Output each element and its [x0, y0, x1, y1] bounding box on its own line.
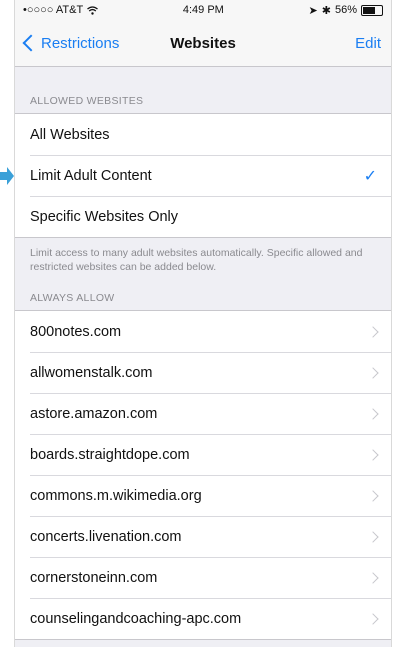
- list-item[interactable]: counselingandcoaching-apc.com: [15, 598, 391, 639]
- bluetooth-icon: ✱: [321, 4, 331, 17]
- chevron-right-icon: [367, 325, 379, 338]
- list-item[interactable]: cornerstoneinn.com: [15, 557, 391, 598]
- status-time: 4:49 PM: [182, 4, 224, 16]
- option-label: Limit Adult Content: [30, 167, 152, 184]
- option-limit-adult-content[interactable]: Limit Adult Content ✓: [15, 155, 391, 196]
- chevron-right-icon: [367, 612, 379, 625]
- chevron-right-icon: [367, 448, 379, 461]
- option-all-websites[interactable]: All Websites: [15, 114, 391, 155]
- battery-icon: [361, 4, 383, 16]
- chevron-right-icon: [367, 571, 379, 584]
- back-button-label: Restrictions: [41, 34, 120, 52]
- list-item[interactable]: 800notes.com: [15, 311, 391, 352]
- option-specific-websites-only[interactable]: Specific Websites Only: [15, 196, 391, 237]
- carrier-label: •○○○○ AT&T: [23, 4, 84, 16]
- list-item[interactable]: boards.straightdope.com: [15, 434, 391, 475]
- option-label: All Websites: [30, 126, 110, 143]
- edit-button[interactable]: Edit: [355, 35, 381, 52]
- chevron-right-icon: [367, 489, 379, 502]
- list-item[interactable]: commons.m.wikimedia.org: [15, 475, 391, 516]
- list-item[interactable]: concerts.livenation.com: [15, 516, 391, 557]
- location-arrow-icon: ➤: [308, 4, 318, 17]
- option-label: Specific Websites Only: [30, 208, 179, 225]
- status-bar: •○○○○ AT&T 4:49 PM ➤ ✱ 56%: [15, 0, 391, 20]
- chevron-left-icon: [22, 34, 40, 52]
- phone-screen: •○○○○ AT&T 4:49 PM ➤ ✱ 56% Restrictions …: [14, 0, 392, 647]
- list-item[interactable]: astore.amazon.com: [15, 393, 391, 434]
- checkmark-icon: ✓: [363, 167, 377, 185]
- chevron-right-icon: [367, 530, 379, 543]
- site-label: commons.m.wikimedia.org: [30, 487, 202, 504]
- section-header-allowed-websites: ALLOWED WEBSITES: [30, 95, 144, 107]
- chevron-right-icon: [367, 366, 379, 379]
- always-allow-list: 800notes.com allwomenstalk.com astore.am…: [15, 310, 391, 640]
- site-label: boards.straightdope.com: [30, 446, 190, 463]
- chevron-right-icon: [367, 407, 379, 420]
- site-label: counselingandcoaching-apc.com: [30, 610, 242, 627]
- site-label: cornerstoneinn.com: [30, 569, 158, 586]
- allowed-websites-group: All Websites Limit Adult Content ✓ Speci…: [15, 113, 391, 238]
- site-label: 800notes.com: [30, 323, 122, 340]
- battery-percent: 56%: [334, 4, 357, 16]
- wifi-icon: [87, 5, 99, 15]
- list-item[interactable]: allwomenstalk.com: [15, 352, 391, 393]
- site-label: concerts.livenation.com: [30, 528, 182, 545]
- callout-arrow-icon: [0, 167, 14, 185]
- back-button[interactable]: Restrictions: [21, 35, 119, 52]
- allowed-websites-footer: Limit access to many adult websites auto…: [30, 247, 363, 273]
- section-header-always-allow: ALWAYS ALLOW: [30, 292, 115, 304]
- site-label: astore.amazon.com: [30, 405, 158, 422]
- site-label: allwomenstalk.com: [30, 364, 153, 381]
- navigation-bar: Restrictions Websites Edit: [15, 20, 391, 67]
